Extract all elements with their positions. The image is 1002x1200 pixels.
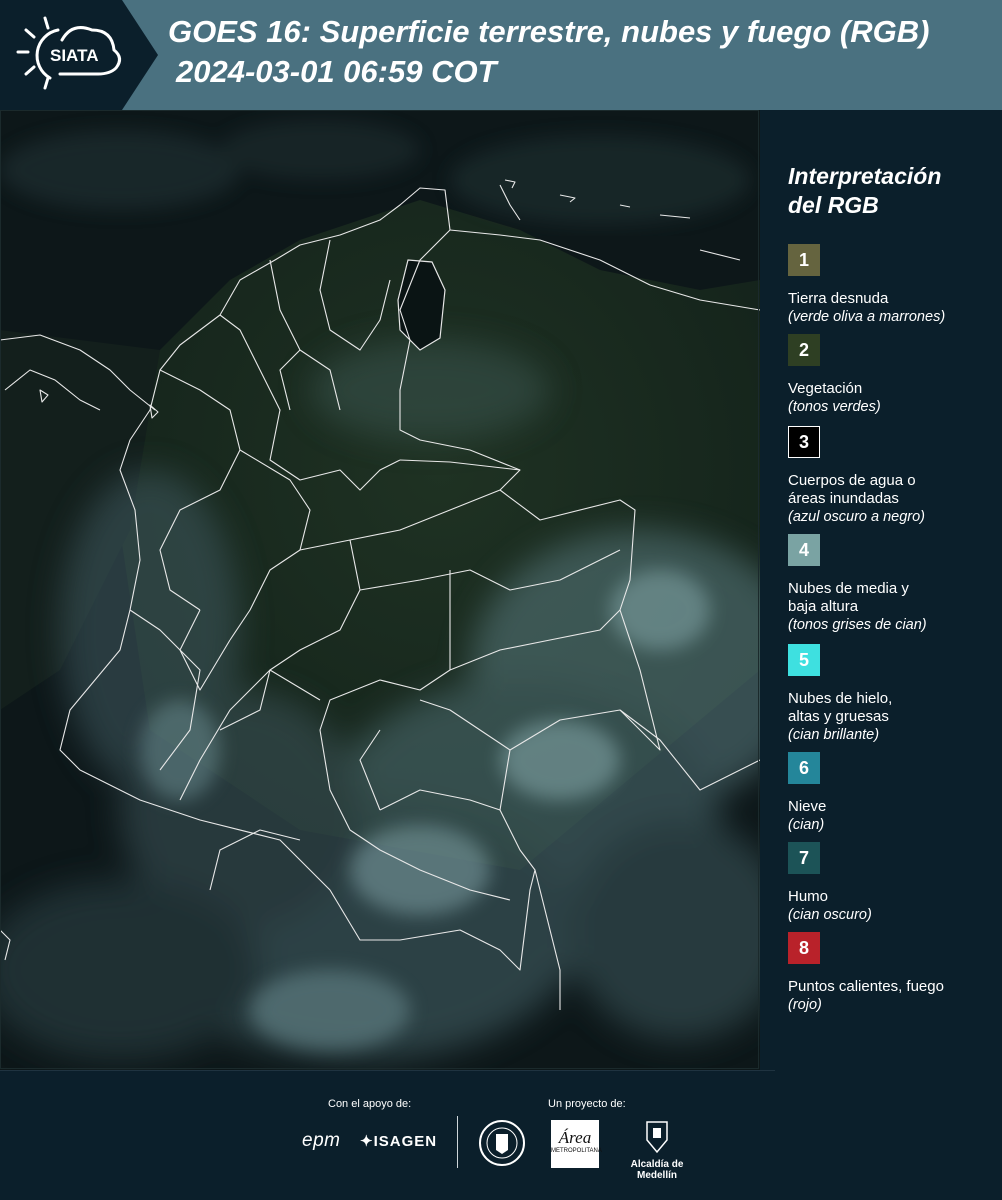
legend-item-7: 7 Humo (cian oscuro) [788,842,998,924]
legend-desc-7: (cian oscuro) [788,907,872,923]
isagen-logo: ✦ISAGEN [360,1132,437,1150]
siata-logo-text: SIATA [50,46,98,65]
legend-number-7: 7 [798,847,809,868]
legend-swatch-4: 4 [788,534,820,566]
area-logo-text: Área [558,1128,592,1147]
area-logo-subtext: METROPOLITANA [551,1148,602,1154]
legend-item-3: 3 Cuerpos de agua o áreas inundadas (azul… [788,426,998,526]
legend-label-2: Vegetación [788,380,998,398]
university-seal-icon [478,1118,526,1173]
legend-item-6: 6 Nieve (cian) [788,752,998,834]
legend-desc-2: (tonos verdes) [788,399,881,415]
footer-divider-line [0,1070,775,1071]
legend-desc-6: (cian) [788,817,825,833]
satellite-map [0,110,760,1070]
project-caption: Un proyecto de: [548,1098,626,1110]
legend-label-4: Nubes de media y baja altura [788,580,998,616]
legend-label-5: Nubes de hielo, altas y gruesas [788,690,998,726]
legend-label-line: Puntos calientes, fuego [788,978,944,995]
legend-title-line1: Interpretación [788,163,942,189]
legend-title: Interpretación del RGB [788,162,988,220]
page-title: GOES 16: Superficie terrestre, nubes y f… [168,14,930,49]
legend-label-line: Nubes de media y [788,580,909,597]
legend-number-2: 2 [798,339,809,360]
legend-swatch-1: 1 [788,244,820,276]
medellin-shield-icon [646,1121,668,1154]
legend-item-2: 2 Vegetación (tonos verdes) [788,334,998,416]
page-timestamp: 2024-03-01 06:59 COT [176,54,497,89]
area-metropolitana-logo: Área METROPOLITANA [551,1120,602,1168]
legend-label-3: Cuerpos de agua o áreas inundadas [788,472,998,508]
legend-panel: Interpretación del RGB 1 Tierra desnuda … [760,110,1002,1070]
legend-desc-1: (verde oliva a marrones) [788,309,946,325]
alcaldia-text: Alcaldía de Medellín [630,1159,684,1181]
legend-desc-4: (tonos grises de cian) [788,617,927,633]
legend-number-6: 6 [798,757,809,778]
legend-label-line: altas y gruesas [788,708,889,725]
legend-swatch-6: 6 [788,752,820,784]
legend-number-3: 3 [798,431,809,452]
legend-number-8: 8 [798,937,809,958]
legend-label-7: Humo [788,888,998,906]
legend-label-6: Nieve [788,798,998,816]
legend-swatch-7: 7 [788,842,820,874]
legend-swatch-8: 8 [788,932,820,964]
legend-item-5: 5 Nubes de hielo, altas y gruesas (cian b… [788,644,998,744]
footer: Con el apoyo de: Un proyecto de: epm ✦IS… [0,1070,1002,1200]
legend-item-4: 4 Nubes de media y baja altura (tonos gri… [788,534,998,634]
legend-swatch-5: 5 [788,644,820,676]
legend-title-line2: del RGB [788,192,879,218]
isagen-logo-text: ISAGEN [373,1133,438,1150]
legend-item-8: 8 Puntos calientes, fuego (rojo) [788,932,998,1014]
legend-label-line: Cuerpos de agua o [788,472,916,489]
legend-label-line: Vegetación [788,380,863,397]
legend-desc-3: (azul oscuro a negro) [788,509,926,525]
legend-label-1: Tierra desnuda [788,290,998,308]
legend-label-line: Tierra desnuda [788,290,889,307]
siata-logo: SIATA [0,0,158,110]
support-caption: Con el apoyo de: [328,1098,412,1110]
legend-number-4: 4 [798,539,809,560]
epm-logo: epm [302,1130,341,1151]
legend-item-1: 1 Tierra desnuda (verde oliva a marrones… [788,244,998,326]
alcaldia-logo: Alcaldía de Medellín [612,1118,702,1181]
legend-swatch-3: 3 [788,426,820,458]
legend-label-line: Humo [788,888,829,905]
legend-number-1: 1 [798,249,809,270]
legend-desc-8: (rojo) [788,997,822,1013]
legend-label-line: áreas inundadas [788,490,899,507]
isagen-star-icon: ✦ [360,1133,374,1150]
legend-label-line: Nieve [788,798,827,815]
legend-swatch-2: 2 [788,334,820,366]
footer-separator [457,1116,458,1168]
header-bar: SIATA GOES 16: Superficie terrestre, nub… [0,0,1002,110]
legend-label-8: Puntos calientes, fuego [788,978,998,996]
legend-number-5: 5 [798,649,809,670]
legend-label-line: Nubes de hielo, [788,690,893,707]
legend-label-line: baja altura [788,598,859,615]
legend-desc-5: (cian brillante) [788,727,880,743]
